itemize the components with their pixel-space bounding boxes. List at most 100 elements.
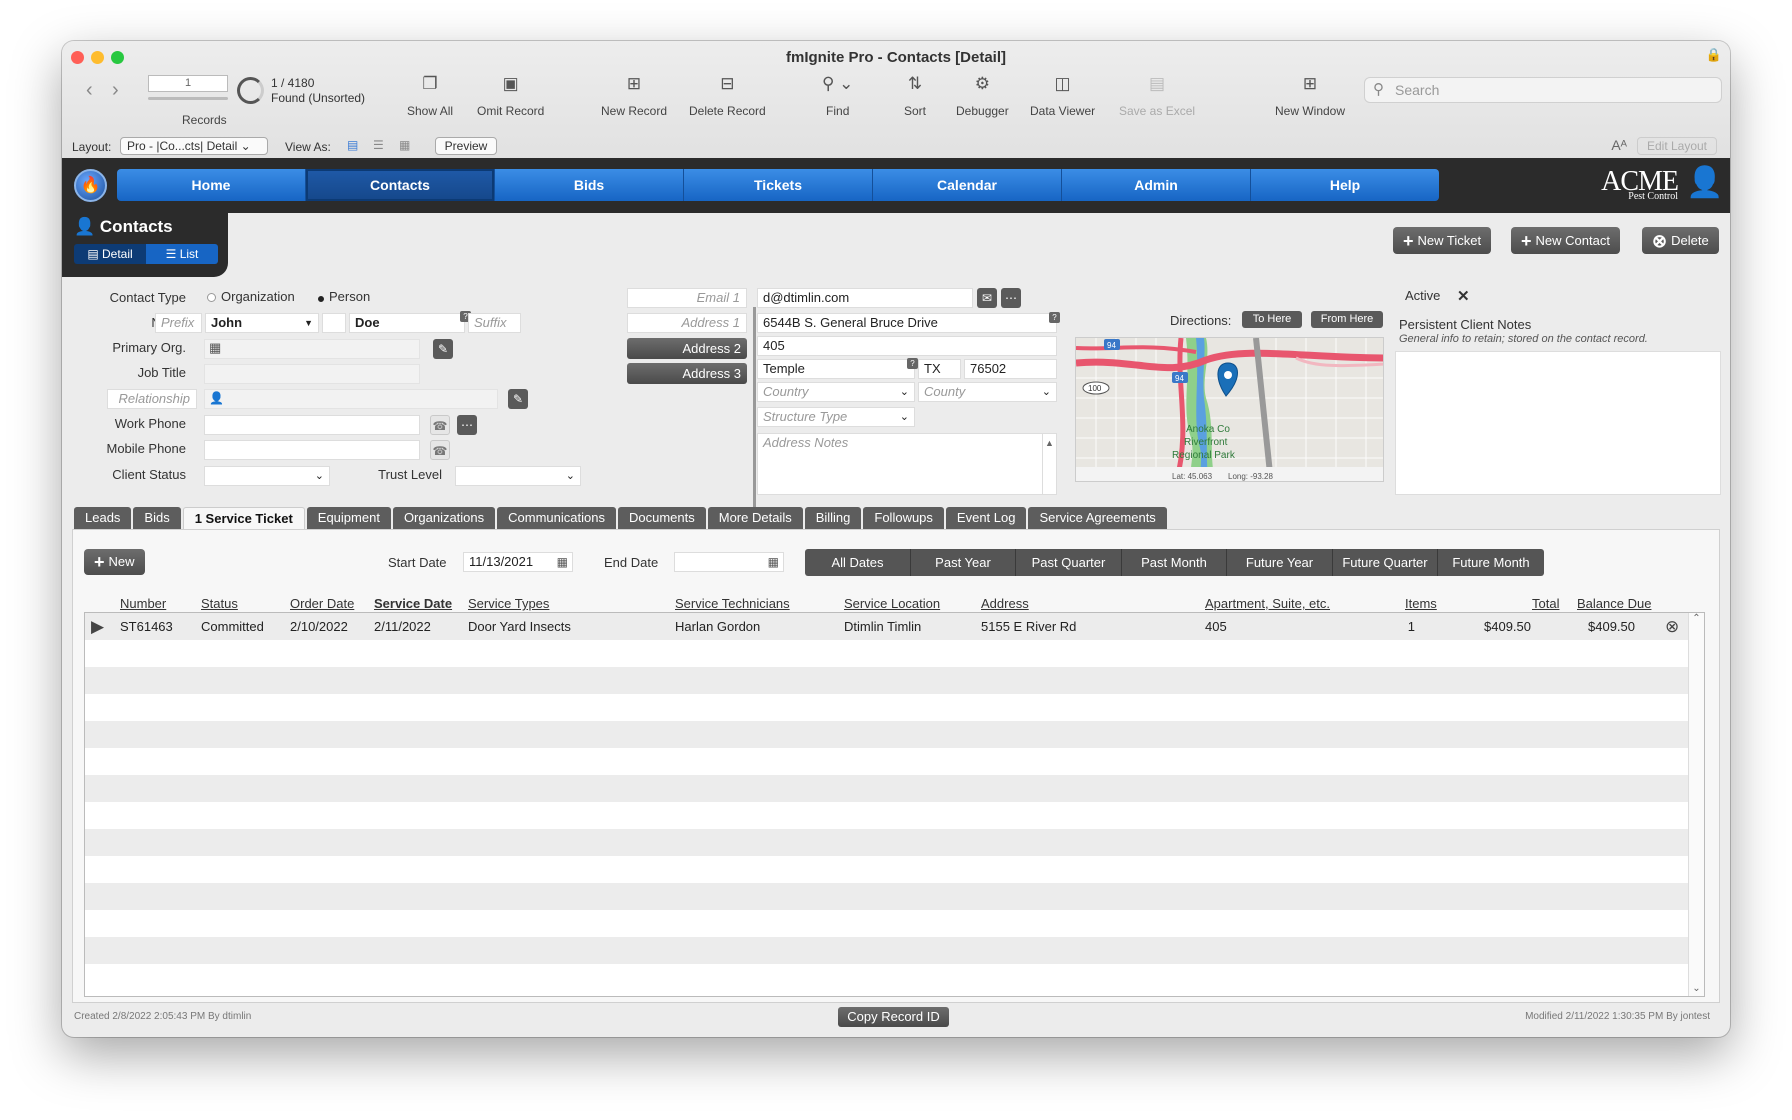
copy-record-id-button[interactable]: Copy Record ID [838,1007,949,1027]
street2-field[interactable]: 405 [757,336,1057,356]
notes-scrollbar[interactable]: ▲ [1042,434,1056,494]
find-button[interactable]: ⚲ ⌄ Find [822,74,853,118]
record-number-input[interactable]: 1 [148,75,228,92]
address-notes-field[interactable]: Address Notes ▲ [757,433,1057,495]
client-notes-field[interactable] [1395,351,1721,495]
play-icon[interactable]: ▶ [91,613,104,640]
last-name-field[interactable]: Doe [349,313,465,333]
search-input[interactable]: ⚲ Search [1364,77,1722,103]
start-date-field[interactable]: 11/13/2021 ▦ [463,552,573,572]
tab-equipment[interactable]: Equipment [306,507,391,529]
nav-contacts[interactable]: Contacts [306,169,495,201]
text-size-icon[interactable]: Aᴬ [1611,137,1627,153]
user-avatar-icon[interactable]: 👤 [1686,165,1723,207]
col-service-types[interactable]: Service Types [468,596,549,611]
edit-org-button[interactable]: ✎ [433,339,453,359]
address1-label[interactable]: Address 1 [627,313,747,333]
filter-past-month[interactable]: Past Month [1122,549,1227,576]
call-work-button[interactable]: ☎ [430,415,450,435]
delete-contact-button[interactable]: ⊗ Delete [1642,227,1719,254]
col-apartment[interactable]: Apartment, Suite, etc. [1205,596,1330,611]
country-select[interactable]: Country ⌄ [757,382,915,402]
detail-view-button[interactable]: ▤ Detail [74,244,146,264]
col-total[interactable]: Total [1532,596,1559,611]
scroll-down-icon[interactable]: ⌄ [1689,983,1704,994]
active-checkbox[interactable]: ✕ [1457,287,1470,305]
street-field[interactable]: 6544B S. General Bruce Drive [757,313,1057,333]
first-name-field[interactable]: John ▼ [205,313,319,333]
data-viewer-button[interactable]: ◫ Data Viewer [1030,74,1095,118]
preview-button[interactable]: Preview [435,137,497,155]
relationship-field-label[interactable]: Relationship [107,389,197,409]
tab-service-agreements[interactable]: Service Agreements [1028,507,1167,529]
nav-tickets[interactable]: Tickets [684,169,873,201]
filter-future-month[interactable]: Future Month [1438,549,1544,576]
from-here-button[interactable]: From Here [1311,311,1383,328]
tab-bids[interactable]: Bids [133,507,181,529]
prefix-field[interactable]: Prefix [155,313,202,333]
col-address[interactable]: Address [981,596,1029,611]
nav-admin[interactable]: Admin [1062,169,1251,201]
relationship-field[interactable]: 👤 [204,389,498,409]
flame-logo-icon[interactable]: 🔥 [74,169,107,202]
tab-event-log[interactable]: Event Log [945,507,1027,529]
debugger-button[interactable]: ⚙ Debugger [956,74,1009,118]
tab-leads[interactable]: Leads [74,507,132,529]
prev-record-icon[interactable]: ‹ [86,79,93,102]
nav-calendar[interactable]: Calendar [873,169,1062,201]
view-form-icon[interactable]: ▤ [347,138,358,152]
filter-past-quarter[interactable]: Past Quarter [1016,549,1122,576]
end-date-field[interactable]: ▦ [674,552,784,572]
edit-relationship-button[interactable]: ✎ [508,389,528,409]
job-title-field[interactable] [204,364,420,384]
tab-communications[interactable]: Communications [497,507,616,529]
tab-documents[interactable]: Documents [617,507,706,529]
new-ticket-button[interactable]: + New Ticket [1393,227,1492,254]
structure-type-select[interactable]: Structure Type ⌄ [757,407,915,427]
record-slider[interactable] [148,97,228,100]
tab-more-details[interactable]: More Details [707,507,803,529]
view-list-icon[interactable]: ☰ [373,138,384,152]
omit-record-button[interactable]: ▣ Omit Record [477,74,544,118]
send-email-button[interactable]: ✉ [977,288,997,308]
tab-service-ticket[interactable]: 1 Service Ticket [182,507,305,529]
tab-billing[interactable]: Billing [804,507,862,529]
county-select[interactable]: County ⌄ [918,382,1057,402]
portal-scrollbar[interactable]: ⌃ ⌄ [1688,613,1704,996]
delete-record-button[interactable]: ⊟ Delete Record [689,74,766,118]
trust-level-select[interactable]: ⌄ [455,466,581,486]
call-mobile-button[interactable]: ☎ [430,440,450,460]
layout-select[interactable]: Pro - |Co...cts| Detail ⌄ [120,137,268,155]
col-service-location[interactable]: Service Location [844,596,940,611]
state-field[interactable]: TX [918,359,961,379]
type-person-radio[interactable]: Person [316,289,370,304]
help-icon[interactable]: ? [1049,312,1060,323]
email-more-button[interactable]: ⋯ [1001,288,1021,308]
tab-followups[interactable]: Followups [863,507,944,529]
col-balance-due[interactable]: Balance Due [1577,596,1651,611]
mobile-phone-field[interactable] [204,440,420,460]
to-here-button[interactable]: To Here [1242,311,1302,328]
work-phone-field[interactable] [204,415,420,435]
show-all-button[interactable]: ❐ Show All [407,74,453,118]
col-service-technicians[interactable]: Service Technicians [675,596,790,611]
col-status[interactable]: Status [201,596,238,611]
help-icon[interactable]: ? [907,358,918,369]
filter-future-quarter[interactable]: Future Quarter [1333,549,1438,576]
delete-row-icon[interactable]: ⊗ [1665,613,1679,640]
nav-bids[interactable]: Bids [495,169,684,201]
sort-button[interactable]: ⇅ Sort [904,74,926,118]
new-contact-button[interactable]: + New Contact [1511,227,1620,254]
next-record-icon[interactable]: › [112,79,119,102]
city-field[interactable]: Temple [757,359,915,379]
edit-layout-button[interactable]: Edit Layout [1637,137,1717,155]
nav-help[interactable]: Help [1251,169,1439,201]
new-record-button[interactable]: ⊞ New Record [601,74,667,118]
col-number[interactable]: Number [120,596,166,611]
view-table-icon[interactable]: ▦ [399,138,410,152]
suffix-field[interactable]: Suffix [468,313,521,333]
filter-past-year[interactable]: Past Year [911,549,1016,576]
work-phone-more-button[interactable]: ⋯ [457,415,477,435]
filter-future-year[interactable]: Future Year [1227,549,1333,576]
scroll-up-icon[interactable]: ⌃ [1689,613,1704,624]
